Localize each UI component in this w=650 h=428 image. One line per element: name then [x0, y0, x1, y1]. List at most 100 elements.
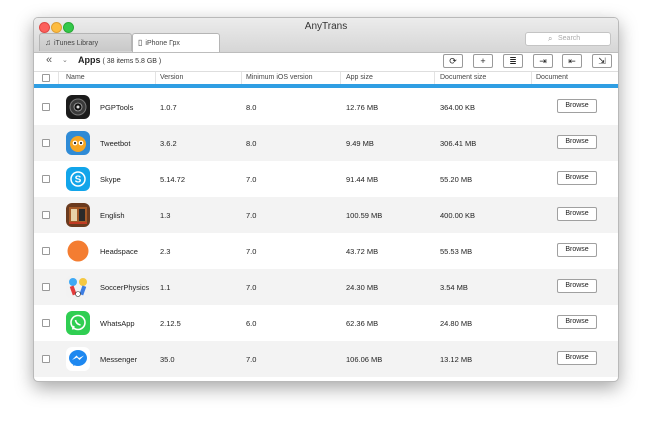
refresh-button[interactable]: ⟳	[443, 54, 463, 68]
row-checkbox[interactable]	[42, 175, 50, 183]
column-header-min-ios[interactable]: Minimum iOS version	[246, 74, 313, 81]
row-checkbox[interactable]	[42, 283, 50, 291]
import-button[interactable]: ⇥	[533, 54, 553, 68]
messenger-icon	[66, 347, 90, 371]
app-name: SoccerPhysics	[100, 283, 150, 292]
column-header-document[interactable]: Document	[536, 74, 568, 81]
toolbar: « ⌄ Apps( 38 items 5.8 GB ) ⟳ + ≣ ⇥ ⇤ ⇲	[34, 53, 618, 73]
category-title: Apps	[78, 55, 101, 65]
tab-itunes-library[interactable]: ♫ iTunes Library	[39, 33, 132, 51]
row-checkbox[interactable]	[42, 247, 50, 255]
table-row[interactable]: Tweetbot 3.6.2 8.0 9.49 MB 306.41 MB Bro…	[34, 125, 618, 161]
app-version: 5.14.72	[160, 175, 186, 184]
english-icon	[66, 203, 90, 227]
app-size: 106.06 MB	[346, 355, 383, 364]
row-checkbox[interactable]	[42, 319, 50, 327]
table-row[interactable]: Headspace 2.3 7.0 43.72 MB 55.53 MB Brow…	[34, 233, 618, 269]
row-checkbox[interactable]	[42, 139, 50, 147]
window-title: AnyTrans	[304, 21, 348, 32]
row-checkbox[interactable]	[42, 211, 50, 219]
browse-button[interactable]: Browse	[557, 315, 597, 329]
iphone-icon: ▯	[138, 38, 143, 47]
chevron-down-icon[interactable]: ⌄	[62, 56, 68, 64]
app-name: WhatsApp	[100, 319, 135, 328]
min-ios-version: 8.0	[246, 103, 257, 112]
app-version: 35.0	[160, 355, 175, 364]
transfer-icon: ⇲	[598, 56, 606, 66]
app-size: 100.59 MB	[346, 211, 383, 220]
app-size: 24.30 MB	[346, 283, 379, 292]
min-ios-version: 7.0	[246, 175, 257, 184]
column-header-app-size[interactable]: App size	[346, 74, 373, 81]
app-version: 2.12.5	[160, 319, 181, 328]
app-name: Tweetbot	[100, 139, 131, 148]
min-ios-version: 7.0	[246, 355, 257, 364]
transfer-button[interactable]: ⇲	[592, 54, 612, 68]
document-size: 24.80 MB	[440, 319, 473, 328]
pgptools-icon	[66, 95, 90, 119]
app-size: 62.36 MB	[346, 319, 379, 328]
app-name: Headspace	[100, 247, 138, 256]
app-size: 12.76 MB	[346, 103, 379, 112]
table-row[interactable]: SoccerPhysics 1.1 7.0 24.30 MB 3.54 MB B…	[34, 269, 618, 305]
export-button[interactable]: ⇤	[562, 54, 582, 68]
search-input[interactable]: ⌕ Search	[525, 32, 611, 46]
row-checkbox[interactable]	[42, 355, 50, 363]
document-size: 55.53 MB	[440, 247, 473, 256]
app-name: Skype	[100, 175, 121, 184]
browse-button[interactable]: Browse	[557, 351, 597, 365]
table-header: Name Version Minimum iOS version App siz…	[34, 71, 618, 85]
import-icon: ⇥	[539, 56, 547, 66]
back-icon[interactable]: «	[46, 54, 52, 66]
app-version: 1.1	[160, 283, 171, 292]
document-size: 55.20 MB	[440, 175, 473, 184]
tab-iphone[interactable]: ▯ iPhone Грх	[132, 33, 220, 52]
magnifier-icon: ⌕	[548, 34, 553, 43]
app-name: Messenger	[100, 355, 138, 364]
app-size: 43.72 MB	[346, 247, 379, 256]
app-version: 3.6.2	[160, 139, 177, 148]
browse-button[interactable]: Browse	[557, 171, 597, 185]
document-size: 400.00 KB	[440, 211, 476, 220]
browse-button[interactable]: Browse	[557, 207, 597, 221]
app-window: AnyTrans ♫ iTunes Library ▯ iPhone Грх ⌕ S…	[33, 17, 619, 382]
column-header-name[interactable]: Name	[66, 74, 85, 81]
add-button[interactable]: +	[473, 54, 493, 68]
selection-accent-bar	[34, 84, 618, 88]
headspace-icon	[66, 239, 90, 263]
table-row[interactable]: English 1.3 7.0 100.59 MB 400.00 KB Brow…	[34, 197, 618, 233]
refresh-icon: ⟳	[449, 56, 457, 66]
browse-button[interactable]: Browse	[557, 135, 597, 149]
svg-text:S: S	[75, 175, 82, 186]
browse-button[interactable]: Browse	[557, 99, 597, 113]
min-ios-version: 7.0	[246, 283, 257, 292]
page-title: Apps( 38 items 5.8 GB )	[78, 55, 161, 65]
search-placeholder: Search	[558, 35, 581, 42]
app-size: 91.44 MB	[346, 175, 379, 184]
column-header-document-size[interactable]: Document size	[440, 74, 486, 81]
row-checkbox[interactable]	[42, 103, 50, 111]
item-count: ( 38 items 5.8 GB )	[102, 58, 162, 65]
table-row[interactable]: S Skype 5.14.72 7.0 91.44 MB 55.20 MB Br…	[34, 161, 618, 197]
title-bar: AnyTrans ♫ iTunes Library ▯ iPhone Грх ⌕ S…	[34, 18, 618, 53]
min-ios-version: 7.0	[246, 247, 257, 256]
browse-button[interactable]: Browse	[557, 243, 597, 257]
app-version: 1.3	[160, 211, 171, 220]
app-name: PGPTools	[100, 103, 134, 112]
app-version: 2.3	[160, 247, 171, 256]
document-size: 3.54 MB	[440, 283, 468, 292]
soccerphysics-icon	[66, 275, 90, 299]
table-row[interactable]: PGPTools 1.0.7 8.0 12.76 MB 364.00 KB Br…	[34, 89, 618, 125]
document-size: 13.12 MB	[440, 355, 473, 364]
tab-label: iPhone Грх	[145, 40, 180, 47]
table-row[interactable]: WhatsApp 2.12.5 6.0 62.36 MB 24.80 MB Br…	[34, 305, 618, 341]
column-header-version[interactable]: Version	[160, 74, 183, 81]
table-row[interactable]: Messenger 35.0 7.0 106.06 MB 13.12 MB Br…	[34, 341, 618, 377]
app-version: 1.0.7	[160, 103, 177, 112]
tweetbot-icon	[66, 131, 90, 155]
list-button[interactable]: ≣	[503, 54, 523, 68]
apps-table: PGPTools 1.0.7 8.0 12.76 MB 364.00 KB Br…	[34, 89, 618, 377]
export-icon: ⇤	[568, 56, 576, 66]
browse-button[interactable]: Browse	[557, 279, 597, 293]
select-all-checkbox[interactable]	[42, 74, 50, 82]
